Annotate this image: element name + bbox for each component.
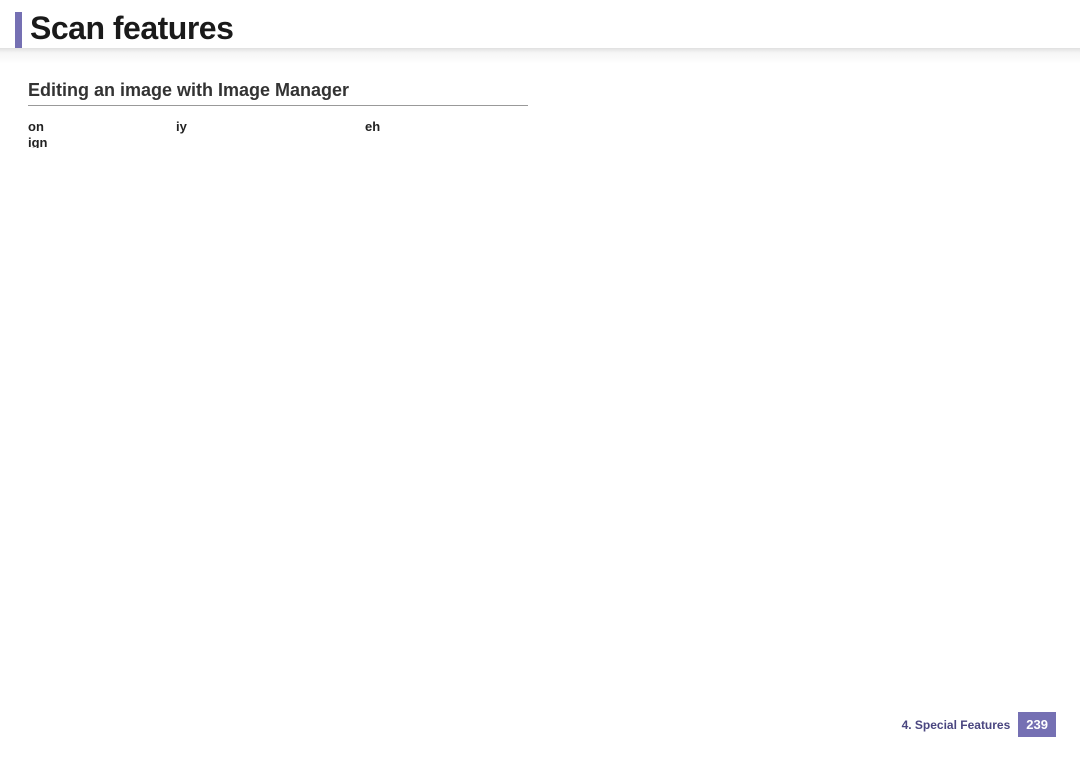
content-area: Editing an image with Image Manager on i… xyxy=(0,62,1080,148)
section-heading: Editing an image with Image Manager xyxy=(28,80,528,101)
section-heading-wrap: Editing an image with Image Manager xyxy=(28,80,528,106)
header-divider-shadow xyxy=(0,48,1080,64)
body-fragment: eh xyxy=(365,118,380,136)
page-header: Scan features xyxy=(0,0,1080,62)
body-fragment: ign xyxy=(28,134,48,148)
page-number-badge: 239 xyxy=(1018,712,1056,737)
header-accent-bar xyxy=(15,12,22,48)
body-fragment: iy xyxy=(176,118,187,136)
body-paragraph: on iy eh ign xyxy=(28,118,528,148)
page-title: Scan features xyxy=(30,10,1080,47)
footer-chapter-label: 4. Special Features xyxy=(902,718,1011,732)
page-footer: 4. Special Features 239 xyxy=(902,712,1056,737)
